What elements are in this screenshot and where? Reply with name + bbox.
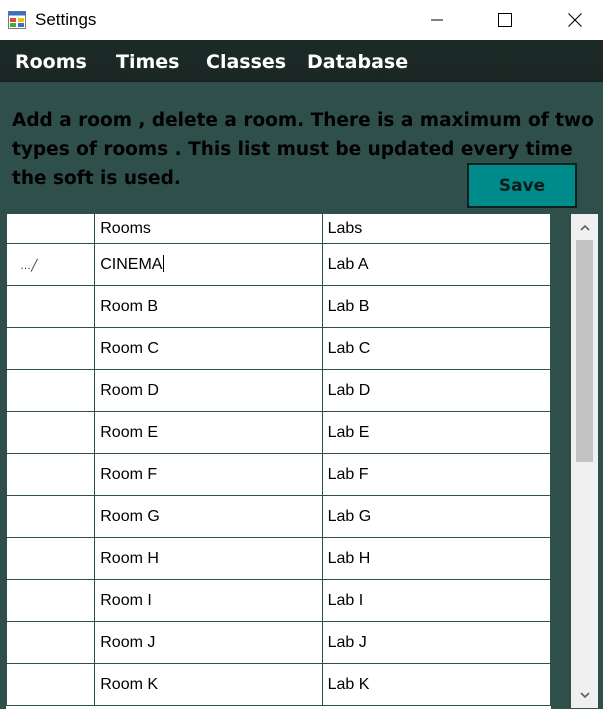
lab-cell-value: Lab G: [327, 507, 372, 525]
row-header-cell[interactable]: [6, 369, 96, 412]
table-row[interactable]: Room E Lab E: [6, 411, 551, 454]
lab-cell-value: Lab I: [327, 591, 364, 609]
column-header-rooms[interactable]: Rooms: [94, 214, 323, 244]
lab-cell-value: Lab K: [327, 675, 370, 693]
row-header-cell[interactable]: [6, 579, 96, 622]
table-row[interactable]: Room D Lab D: [6, 369, 551, 412]
lab-cell-value: Lab A: [327, 255, 369, 273]
room-cell-value: Room F: [100, 465, 158, 483]
rooms-grid: Rooms Labs …╱ CINEMA Lab A Room B Lab B Room …: [6, 214, 551, 709]
maximize-button[interactable]: [482, 0, 528, 40]
close-button[interactable]: [552, 0, 598, 40]
room-cell[interactable]: Room J: [94, 621, 323, 664]
menu-item-classes[interactable]: Classes: [206, 51, 286, 73]
lab-cell[interactable]: Lab K: [321, 663, 551, 706]
room-cell-value: Room G: [100, 507, 160, 525]
grid-corner-header[interactable]: [6, 214, 96, 244]
scroll-up-button[interactable]: [571, 214, 598, 240]
grid-header-row: Rooms Labs: [6, 214, 551, 244]
menu-item-rooms[interactable]: Rooms: [15, 51, 87, 73]
minimize-button[interactable]: [414, 0, 460, 40]
row-header-cell[interactable]: …╱: [6, 243, 96, 286]
chevron-up-icon: [579, 224, 590, 231]
room-cell-value: Room D: [100, 381, 159, 399]
row-header-cell[interactable]: [6, 453, 96, 496]
lab-cell[interactable]: Lab A: [321, 243, 551, 286]
room-cell-value: Room I: [100, 591, 152, 609]
form-icon: [8, 11, 26, 29]
room-cell[interactable]: Room H: [94, 537, 323, 580]
room-cell[interactable]: Room D: [94, 369, 323, 412]
lab-cell-value: Lab D: [327, 381, 371, 399]
row-header-cell[interactable]: [6, 327, 96, 370]
menu-item-database[interactable]: Database: [307, 51, 408, 73]
lab-cell-value: Lab B: [327, 297, 370, 315]
table-row[interactable]: Room H Lab H: [6, 537, 551, 580]
lab-cell[interactable]: Lab E: [321, 411, 551, 454]
lab-cell[interactable]: Lab F: [321, 453, 551, 496]
text-caret: [163, 255, 165, 272]
lab-cell[interactable]: Lab C: [321, 327, 551, 370]
row-header-cell[interactable]: [6, 537, 96, 580]
row-header-cell[interactable]: [6, 621, 96, 664]
window-title: Settings: [35, 10, 97, 29]
lab-cell-value: Lab H: [327, 549, 371, 567]
close-icon: [568, 13, 582, 27]
room-cell-value: Room K: [100, 675, 159, 693]
lab-cell-value: Lab E: [327, 423, 370, 441]
room-cell-value: Room E: [100, 423, 159, 441]
room-cell-value: Room J: [100, 633, 156, 651]
maximize-icon: [498, 13, 512, 27]
room-cell[interactable]: Room K: [94, 663, 323, 706]
scroll-thumb[interactable]: [576, 240, 593, 462]
lab-cell[interactable]: Lab B: [321, 285, 551, 328]
room-cell[interactable]: Room B: [94, 285, 323, 328]
table-row[interactable]: …╱ CINEMA Lab A: [6, 243, 551, 286]
lab-cell-value: Lab C: [327, 339, 371, 357]
room-cell[interactable]: Room G: [94, 495, 323, 538]
table-row[interactable]: Room K Lab K: [6, 663, 551, 706]
table-row[interactable]: Room F Lab F: [6, 453, 551, 496]
vertical-scrollbar[interactable]: [571, 214, 598, 708]
title-bar: Settings: [0, 0, 603, 40]
table-row[interactable]: Room J Lab J: [6, 621, 551, 664]
scroll-down-button[interactable]: [571, 682, 598, 708]
table-row[interactable]: Room B Lab B: [6, 285, 551, 328]
lab-cell-value: Lab F: [327, 465, 369, 483]
row-header-cell[interactable]: [6, 411, 96, 454]
chevron-down-icon: [579, 691, 590, 698]
room-cell-value: Room H: [100, 549, 159, 567]
room-cell-value: CINEMA: [100, 256, 163, 273]
room-cell[interactable]: Room C: [94, 327, 323, 370]
row-header-cell[interactable]: [6, 285, 96, 328]
row-header-cell[interactable]: [6, 663, 96, 706]
column-header-labs[interactable]: Labs: [321, 214, 551, 244]
save-button[interactable]: Save: [467, 163, 577, 208]
lab-cell[interactable]: Lab G: [321, 495, 551, 538]
room-cell-value: Room C: [100, 339, 159, 357]
room-cell[interactable]: Room I: [94, 579, 323, 622]
room-cell[interactable]: Room F: [94, 453, 323, 496]
table-row[interactable]: Room G Lab G: [6, 495, 551, 538]
lab-cell[interactable]: Lab D: [321, 369, 551, 412]
minimize-icon: [431, 19, 443, 21]
lab-cell[interactable]: Lab J: [321, 621, 551, 664]
lab-cell-value: Lab J: [327, 633, 367, 651]
room-cell[interactable]: Room E: [94, 411, 323, 454]
table-row[interactable]: Room I Lab I: [6, 579, 551, 622]
table-row[interactable]: Room C Lab C: [6, 327, 551, 370]
menu-item-times[interactable]: Times: [116, 51, 179, 73]
row-header-cell[interactable]: [6, 495, 96, 538]
room-cell[interactable]: CINEMA: [94, 243, 323, 286]
pencil-icon: …╱: [20, 259, 38, 272]
lab-cell[interactable]: Lab I: [321, 579, 551, 622]
room-cell-value: Room B: [100, 297, 159, 315]
lab-cell[interactable]: Lab H: [321, 537, 551, 580]
menu-bar: Rooms Times Classes Database: [0, 40, 603, 82]
